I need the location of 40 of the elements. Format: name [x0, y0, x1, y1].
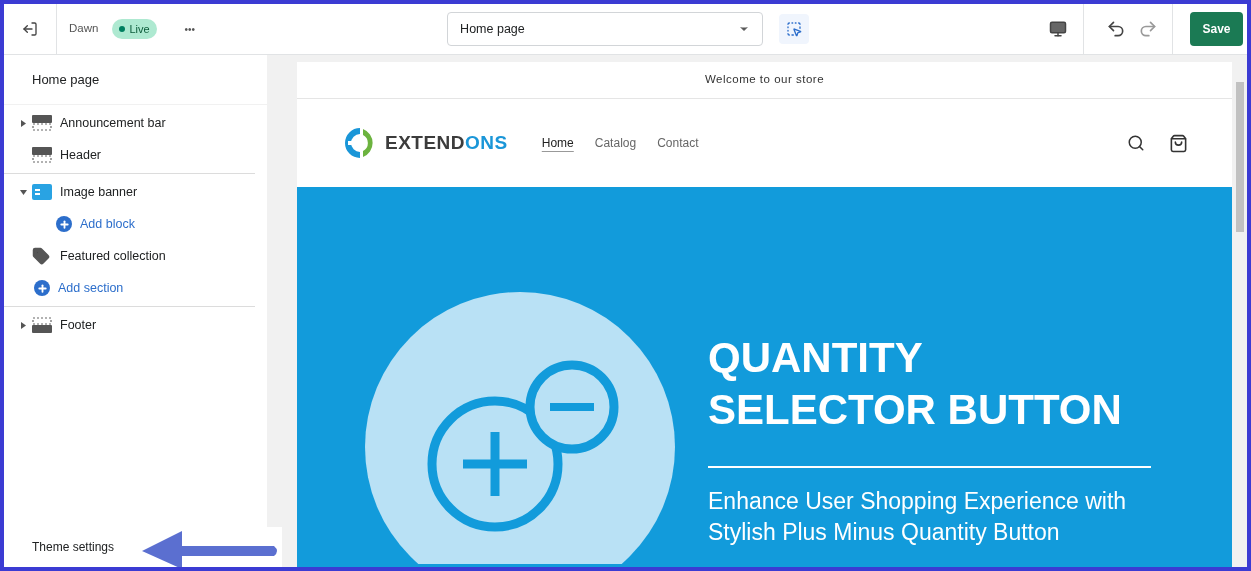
search-icon[interactable] [1127, 134, 1145, 152]
cart-icon[interactable] [1169, 133, 1188, 153]
banner-heading: QUANTITY SELECTOR BUTTON [708, 333, 1123, 435]
plus-icon [56, 216, 72, 232]
section-item[interactable]: Featured collection [60, 246, 166, 266]
section-item[interactable]: Footer [60, 315, 97, 335]
add-link[interactable]: Add block [80, 214, 135, 234]
undo-icon[interactable] [1106, 19, 1126, 39]
plus-icon [34, 280, 50, 296]
sidebar-title: Home page [32, 70, 100, 89]
desktop-view-icon[interactable] [1049, 20, 1067, 38]
nav-link[interactable]: Catalog [594, 134, 637, 152]
page-select[interactable]: Home page [447, 12, 764, 46]
redo-icon[interactable] [1138, 19, 1158, 39]
section-item[interactable]: Announcement bar [60, 113, 166, 133]
select-cursor-icon [786, 21, 803, 37]
exit-icon[interactable] [22, 21, 38, 37]
theme-settings-link[interactable]: Theme settings [32, 538, 115, 556]
header-section-icon [32, 147, 52, 163]
section-item[interactable]: Header [60, 145, 101, 165]
tag-icon [32, 247, 50, 265]
image-banner-icon [32, 184, 52, 200]
caret-icon[interactable] [20, 119, 27, 127]
caret-icon[interactable] [20, 321, 27, 329]
inspector-button[interactable] [779, 14, 810, 44]
banner-subheading: Enhance User Shopping Experience with Stylish Plus Minus Quantity Button [708, 487, 1128, 547]
section-item[interactable]: Image banner [60, 182, 138, 202]
theme-name: Dawn [69, 21, 99, 37]
footer-section-icon [32, 317, 52, 333]
more-button[interactable]: ••• [184, 21, 196, 37]
save-button[interactable]: Save [1190, 12, 1243, 46]
status-badge: Live [112, 18, 157, 40]
header-section-icon [32, 115, 52, 131]
scrollbar[interactable] [267, 55, 282, 527]
add-link[interactable]: Add section [58, 278, 124, 298]
nav-link[interactable]: Home [541, 134, 574, 152]
brand-logo-text: EXTENDONS [385, 130, 508, 155]
nav-link[interactable]: Contact [657, 134, 699, 152]
announcement-text: Welcome to our store [704, 72, 825, 88]
caret-icon[interactable] [20, 188, 27, 196]
